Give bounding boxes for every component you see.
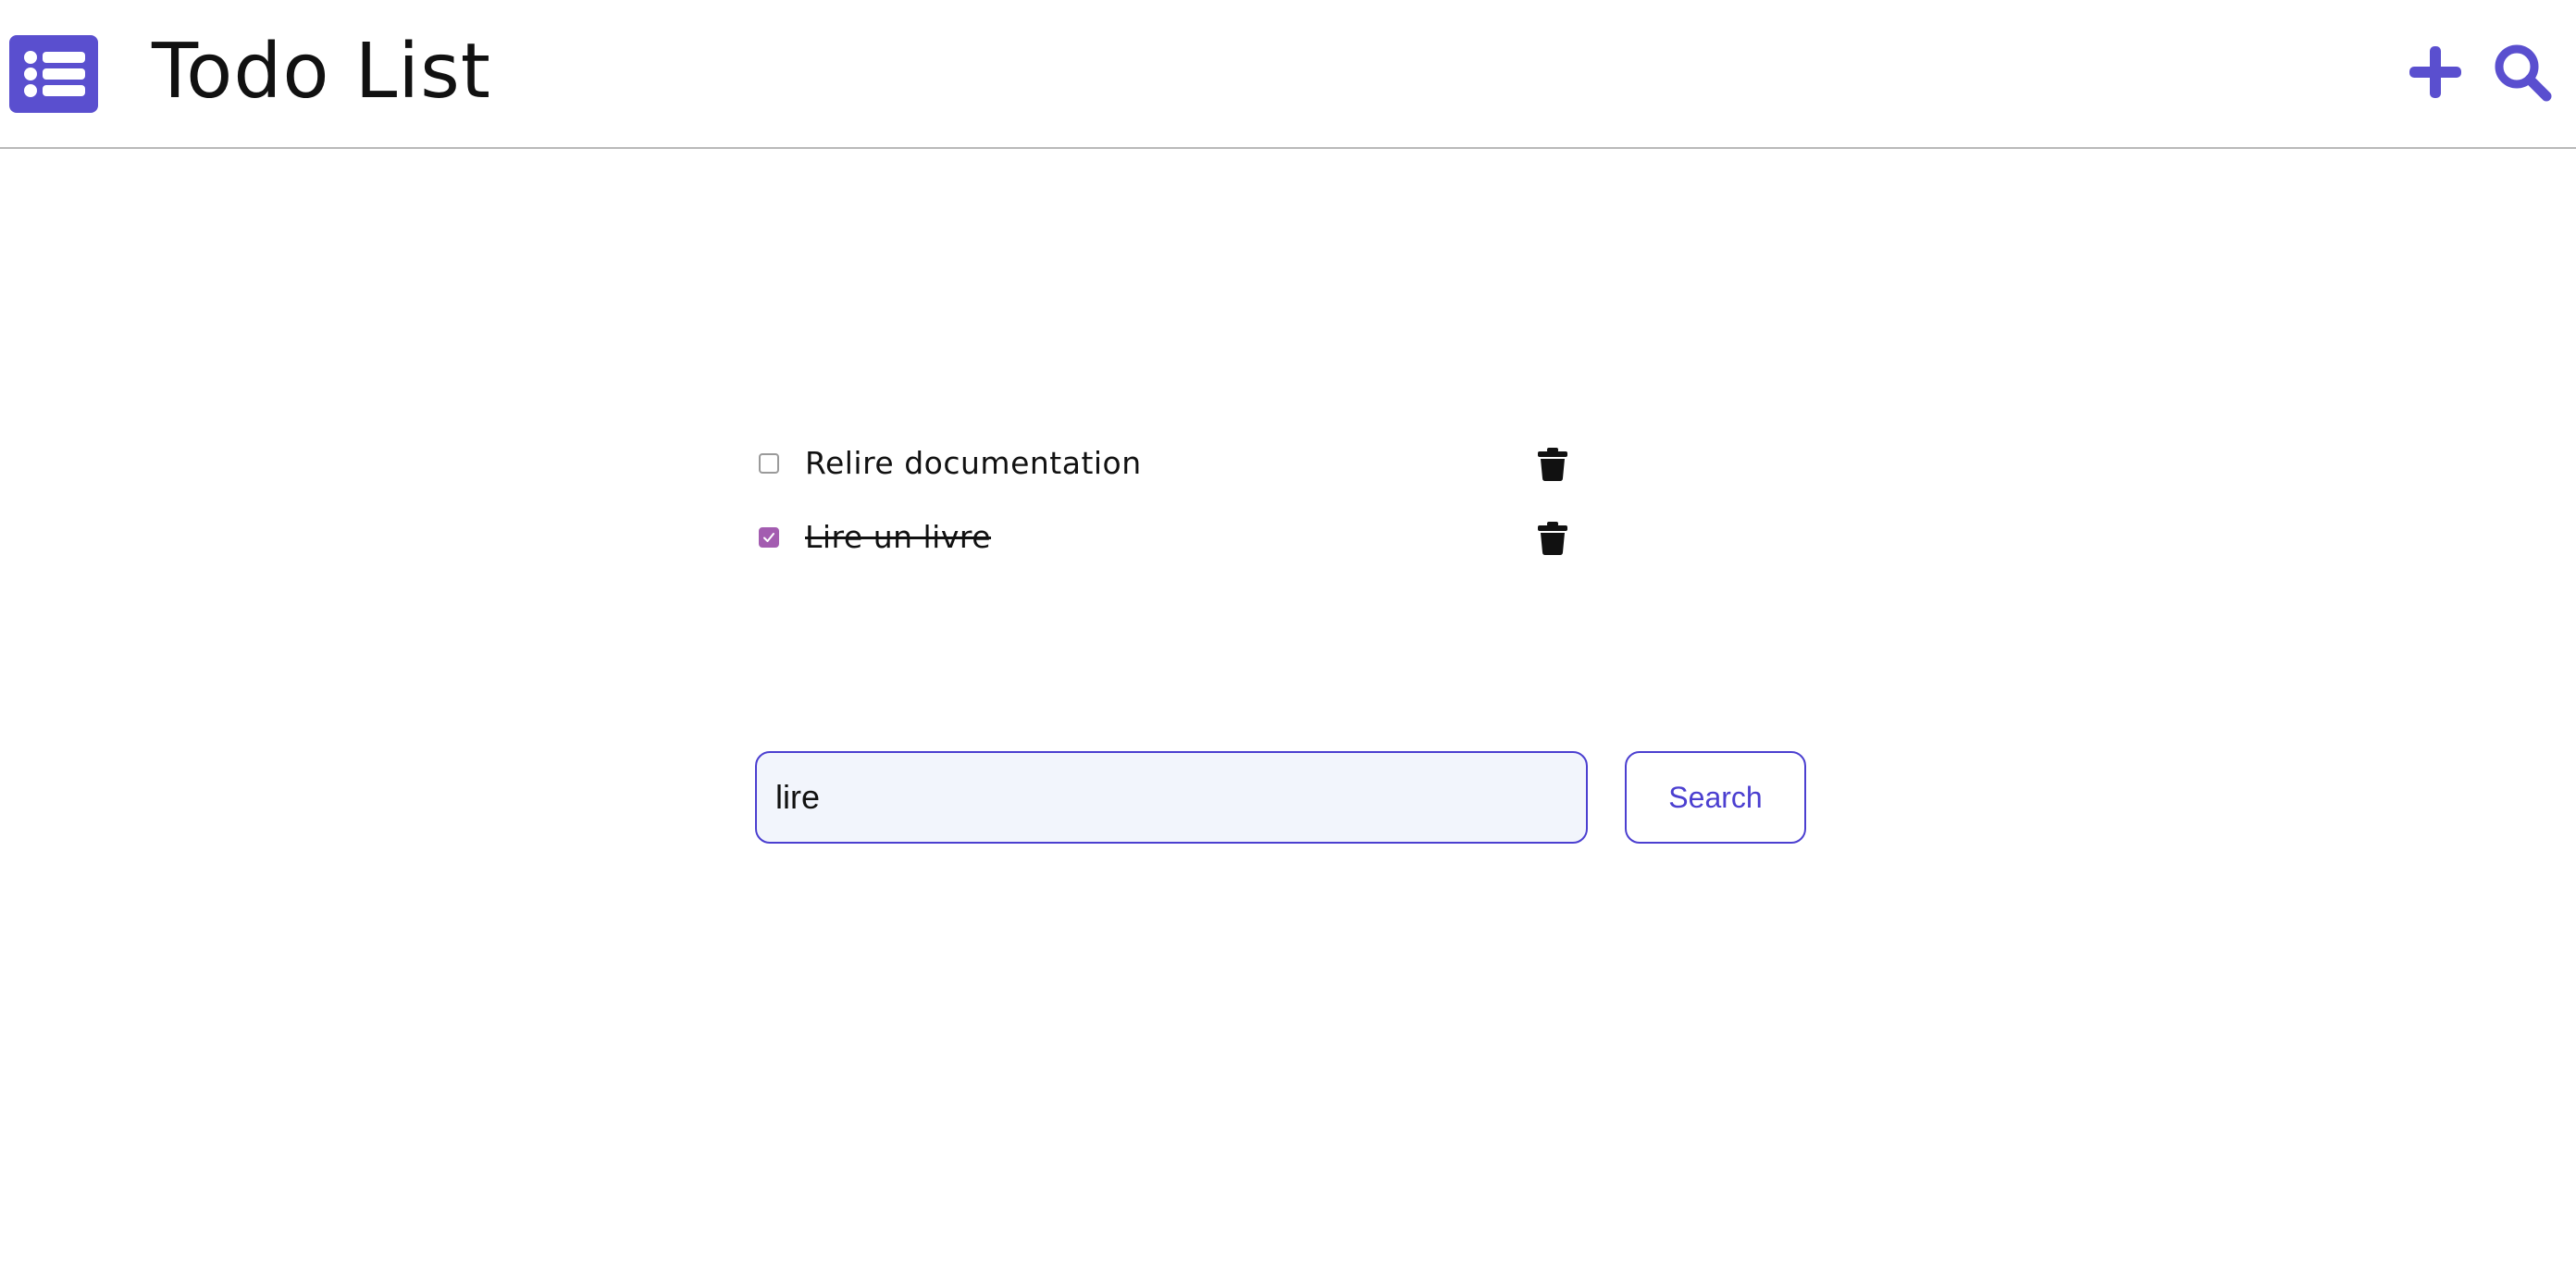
trash-icon	[1538, 448, 1567, 481]
todo-checkbox[interactable]	[759, 527, 779, 548]
list-icon	[9, 35, 98, 113]
todo-item: Relire documentation	[757, 437, 1580, 492]
delete-todo-button[interactable]	[1538, 448, 1567, 481]
delete-todo-button[interactable]	[1538, 522, 1567, 555]
todo-text: Lire un livre	[805, 519, 992, 555]
page-title: Todo List	[152, 28, 491, 116]
todo-item: Lire un livre	[757, 511, 1580, 566]
open-search-button[interactable]	[2493, 43, 2552, 102]
search-button[interactable]: Search	[1625, 751, 1806, 844]
todo-text: Relire documentation	[805, 445, 1142, 481]
checkmark-icon	[763, 533, 774, 542]
app-header: Todo List	[0, 0, 2576, 149]
plus-icon	[2409, 46, 2461, 98]
trash-icon	[1538, 522, 1567, 555]
search-icon	[2495, 44, 2552, 102]
todo-checkbox[interactable]	[759, 453, 779, 474]
search-input[interactable]	[755, 751, 1588, 844]
add-todo-button[interactable]	[2406, 43, 2465, 102]
